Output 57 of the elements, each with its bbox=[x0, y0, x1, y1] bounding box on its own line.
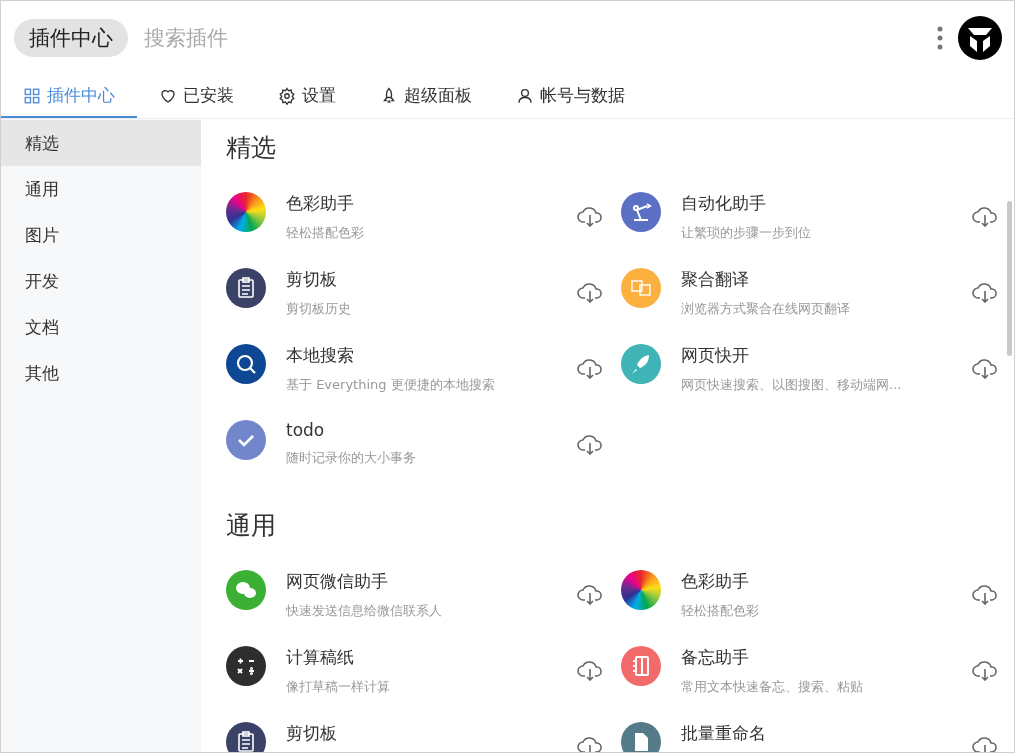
tab[interactable]: 帐号与数据 bbox=[494, 75, 647, 118]
download-icon[interactable] bbox=[577, 433, 603, 455]
sidebar-item[interactable]: 图片 bbox=[1, 212, 201, 258]
plugin-description: 轻松搭配色彩 bbox=[681, 602, 760, 620]
plugin-description: 常用文本快速备忘、搜索、粘贴 bbox=[681, 678, 864, 696]
color-wheel-icon bbox=[621, 570, 661, 610]
download-icon[interactable] bbox=[972, 205, 998, 227]
more-icon[interactable] bbox=[936, 25, 944, 51]
user-icon bbox=[516, 86, 534, 105]
download-icon[interactable] bbox=[577, 583, 603, 605]
download-icon[interactable] bbox=[972, 583, 998, 605]
plugin-description: 基于 Everything 更便捷的本地搜索 bbox=[286, 376, 496, 394]
plugin-name: 本地搜索 bbox=[286, 344, 355, 367]
section-title: 通用 bbox=[226, 509, 277, 542]
sidebar-item[interactable]: 开发 bbox=[1, 258, 201, 304]
plugin-name: 剪切板 bbox=[286, 722, 338, 745]
download-icon[interactable] bbox=[972, 659, 998, 681]
download-icon[interactable] bbox=[577, 281, 603, 303]
color-wheel-icon bbox=[226, 192, 266, 232]
download-icon[interactable] bbox=[577, 205, 603, 227]
plugin-description: 快速发送信息给微信联系人 bbox=[286, 602, 443, 620]
page-title: 插件中心 bbox=[14, 19, 128, 57]
tab[interactable]: 已安装 bbox=[137, 75, 256, 118]
grid-icon bbox=[23, 86, 41, 105]
app-logo[interactable] bbox=[958, 16, 1002, 60]
download-icon[interactable] bbox=[577, 357, 603, 379]
plugin-name: 色彩助手 bbox=[681, 570, 750, 593]
download-icon[interactable] bbox=[577, 735, 603, 752]
sidebar-item[interactable]: 通用 bbox=[1, 166, 201, 212]
plugin-description: 轻松搭配色彩 bbox=[286, 224, 365, 242]
plugin-name: 备忘助手 bbox=[681, 646, 750, 669]
sidebar-item[interactable]: 精选 bbox=[1, 120, 201, 166]
search-field[interactable]: 搜索插件 bbox=[142, 25, 922, 51]
download-icon[interactable] bbox=[972, 281, 998, 303]
plugin-description: 随时记录你的大小事务 bbox=[286, 449, 417, 467]
download-icon[interactable] bbox=[972, 735, 998, 752]
sidebar-item[interactable]: 其他 bbox=[1, 350, 201, 396]
plugin-name: 计算稿纸 bbox=[286, 646, 355, 669]
sidebar-item[interactable]: 文档 bbox=[1, 304, 201, 350]
plugin-name: todo bbox=[286, 420, 326, 440]
tab[interactable]: 超级面板 bbox=[358, 75, 494, 118]
scrollbar[interactable] bbox=[1007, 201, 1012, 356]
settings-icon bbox=[278, 86, 296, 105]
download-icon[interactable] bbox=[972, 357, 998, 379]
plugin-name: 网页微信助手 bbox=[286, 570, 389, 593]
plugin-description: 剪切板历史 bbox=[286, 300, 352, 318]
plugin-description: 网页快速搜索、以图搜图、移动端网... bbox=[681, 376, 903, 394]
plugin-name: 剪切板 bbox=[286, 268, 338, 291]
plugin-name: 色彩助手 bbox=[286, 192, 355, 215]
plugin-description: 浏览器方式聚合在线网页翻译 bbox=[681, 300, 851, 318]
section-title: 精选 bbox=[226, 131, 277, 164]
tab[interactable]: 设置 bbox=[256, 75, 358, 118]
plugin-name: 批量重命名 bbox=[681, 722, 767, 745]
plugin-name: 自动化助手 bbox=[681, 192, 767, 215]
plugin-name: 聚合翻译 bbox=[681, 268, 750, 291]
plugin-name: 网页快开 bbox=[681, 344, 750, 367]
download-icon[interactable] bbox=[577, 659, 603, 681]
